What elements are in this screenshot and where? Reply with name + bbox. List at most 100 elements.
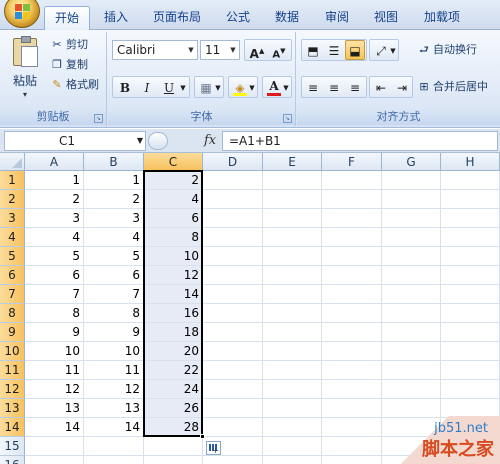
align-bottom-icon[interactable]: ⬓ xyxy=(345,40,365,60)
tab-page-layout[interactable]: 页面布局 xyxy=(143,6,211,30)
cell-g1[interactable] xyxy=(382,171,441,190)
cell-f1[interactable] xyxy=(322,171,382,190)
cell-a4[interactable]: 4 xyxy=(25,228,84,247)
font-launcher-icon[interactable]: ↘ xyxy=(283,114,292,123)
row-header[interactable]: 11 xyxy=(0,361,25,380)
copy-button[interactable]: ❐ 复制 xyxy=(50,56,88,74)
cell-f10[interactable] xyxy=(322,342,382,361)
cell-b9[interactable]: 9 xyxy=(84,323,144,342)
cell-a8[interactable]: 8 xyxy=(25,304,84,323)
row-header[interactable]: 4 xyxy=(0,228,25,247)
cell-g12[interactable] xyxy=(382,380,441,399)
wrap-text-button[interactable]: ⮐ 自动换行 xyxy=(417,41,477,59)
cell-g4[interactable] xyxy=(382,228,441,247)
cell-a7[interactable]: 7 xyxy=(25,285,84,304)
cell-b15[interactable] xyxy=(84,437,144,456)
cell-b11[interactable]: 11 xyxy=(84,361,144,380)
clipboard-launcher-icon[interactable]: ↘ xyxy=(94,114,103,123)
tab-review[interactable]: 审阅 xyxy=(315,6,359,30)
column-header-e[interactable]: E xyxy=(263,153,322,171)
cell-f8[interactable] xyxy=(322,304,382,323)
fill-color-button[interactable]: ◈ ▼ xyxy=(228,76,258,98)
cell-g2[interactable] xyxy=(382,190,441,209)
cell-a2[interactable]: 2 xyxy=(25,190,84,209)
cell-c15[interactable] xyxy=(144,437,203,456)
cell-f7[interactable] xyxy=(322,285,382,304)
cell-c8[interactable]: 16 xyxy=(144,304,203,323)
column-header-d[interactable]: D xyxy=(203,153,263,171)
cell-d10[interactable] xyxy=(203,342,263,361)
cell-c14[interactable]: 28 xyxy=(144,418,203,437)
row-header[interactable]: 10 xyxy=(0,342,25,361)
orientation-button[interactable]: ⤢ ▼ xyxy=(369,39,399,61)
merge-center-button[interactable]: ⊞ 合并后居中 xyxy=(417,78,488,96)
row-header[interactable]: 14 xyxy=(0,418,25,437)
font-size-combo[interactable]: 11 ▼ xyxy=(200,40,240,60)
tab-insert[interactable]: 插入 xyxy=(94,6,138,30)
cell-b1[interactable]: 1 xyxy=(84,171,144,190)
underline-button[interactable]: U xyxy=(159,77,179,97)
cell-c13[interactable]: 26 xyxy=(144,399,203,418)
cell-a16[interactable] xyxy=(25,456,84,464)
cell-h3[interactable] xyxy=(441,209,500,228)
row-header[interactable]: 1 xyxy=(0,171,25,190)
tab-home[interactable]: 开始 xyxy=(44,6,91,30)
cell-e2[interactable] xyxy=(263,190,322,209)
cell-h12[interactable] xyxy=(441,380,500,399)
cell-c10[interactable]: 20 xyxy=(144,342,203,361)
cell-b5[interactable]: 5 xyxy=(84,247,144,266)
cell-d7[interactable] xyxy=(203,285,263,304)
column-header-h[interactable]: H xyxy=(441,153,500,171)
cell-h11[interactable] xyxy=(441,361,500,380)
insert-function-icon[interactable]: fx xyxy=(204,131,216,151)
cell-e11[interactable] xyxy=(263,361,322,380)
row-header[interactable]: 15 xyxy=(0,437,25,456)
font-color-button[interactable]: A ▼ xyxy=(262,76,292,98)
cell-h5[interactable] xyxy=(441,247,500,266)
cell-d12[interactable] xyxy=(203,380,263,399)
format-painter-button[interactable]: ✎ 格式刷 xyxy=(50,76,99,94)
column-header-f[interactable]: F xyxy=(322,153,382,171)
cell-b3[interactable]: 3 xyxy=(84,209,144,228)
row-header[interactable]: 5 xyxy=(0,247,25,266)
row-header[interactable]: 7 xyxy=(0,285,25,304)
align-center-icon[interactable]: ≡ xyxy=(324,77,344,97)
cell-c16[interactable] xyxy=(144,456,203,464)
cell-a12[interactable]: 12 xyxy=(25,380,84,399)
cell-e16[interactable] xyxy=(263,456,322,464)
cell-e12[interactable] xyxy=(263,380,322,399)
cell-b13[interactable]: 13 xyxy=(84,399,144,418)
cell-g11[interactable] xyxy=(382,361,441,380)
cell-e7[interactable] xyxy=(263,285,322,304)
cell-h8[interactable] xyxy=(441,304,500,323)
cell-e15[interactable] xyxy=(263,437,322,456)
cell-e8[interactable] xyxy=(263,304,322,323)
cell-g9[interactable] xyxy=(382,323,441,342)
column-header-a[interactable]: A xyxy=(25,153,84,171)
align-top-icon[interactable]: ⬒ xyxy=(303,40,323,60)
cell-f9[interactable] xyxy=(322,323,382,342)
decrease-indent-icon[interactable]: ⇤ xyxy=(371,77,391,97)
fill-handle[interactable] xyxy=(200,434,205,439)
select-all-button[interactable] xyxy=(0,153,25,171)
cell-d8[interactable] xyxy=(203,304,263,323)
paste-button[interactable]: 粘贴 ▾ xyxy=(6,36,44,106)
grow-font-button[interactable]: A▲ xyxy=(247,40,267,61)
cell-c11[interactable]: 22 xyxy=(144,361,203,380)
cell-e13[interactable] xyxy=(263,399,322,418)
cell-g7[interactable] xyxy=(382,285,441,304)
cell-h10[interactable] xyxy=(441,342,500,361)
cell-e6[interactable] xyxy=(263,266,322,285)
cell-b7[interactable]: 7 xyxy=(84,285,144,304)
cell-c7[interactable]: 14 xyxy=(144,285,203,304)
cell-c2[interactable]: 4 xyxy=(144,190,203,209)
cell-d9[interactable] xyxy=(203,323,263,342)
cell-f6[interactable] xyxy=(322,266,382,285)
cell-e14[interactable] xyxy=(263,418,322,437)
font-name-combo[interactable]: Calibri ▼ xyxy=(112,40,198,60)
row-header[interactable]: 8 xyxy=(0,304,25,323)
row-header[interactable]: 3 xyxy=(0,209,25,228)
italic-button[interactable]: I xyxy=(137,77,157,97)
cell-a1[interactable]: 1 xyxy=(25,171,84,190)
cell-b12[interactable]: 12 xyxy=(84,380,144,399)
